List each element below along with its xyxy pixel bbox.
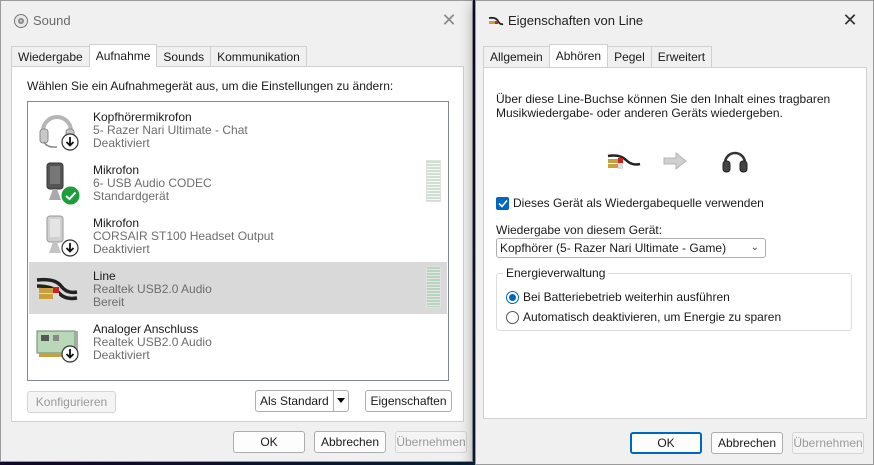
tab-kommunikation[interactable]: Kommunikation: [210, 46, 307, 67]
line-cable-app-icon: [488, 16, 504, 26]
device-name: Analoger Anschluss: [93, 322, 199, 336]
tab-aufnahme[interactable]: Aufnahme: [88, 44, 158, 67]
radio-label: Bei Batteriebetrieb weiterhin ausführen: [523, 290, 730, 304]
line-cable-icon: [36, 277, 78, 301]
device-subtitle: Realtek USB2.0 Audio: [93, 335, 212, 349]
disabled-arrow-icon: [61, 345, 79, 363]
radio-auto-disable[interactable]: Automatisch deaktivieren, um Energie zu …: [506, 310, 781, 324]
sound-window: Sound ✕ Wiedergabe Aufnahme Sounds Kommu…: [0, 0, 473, 462]
disabled-arrow-icon: [61, 239, 79, 257]
arrow-right-icon: [663, 152, 687, 170]
device-name: Mikrofon: [93, 163, 140, 177]
device-subtitle: 6- USB Audio CODEC: [93, 176, 212, 190]
device-state: Deaktiviert: [93, 136, 150, 150]
sound-titlebar[interactable]: Sound ✕: [1, 1, 472, 39]
ok-button[interactable]: OK: [233, 431, 305, 453]
ok-button[interactable]: OK: [630, 432, 702, 454]
level-meter: [426, 266, 441, 308]
device-state: Deaktiviert: [93, 348, 150, 362]
cancel-button[interactable]: Abbrechen: [314, 431, 386, 453]
sound-tabs: Wiedergabe Aufnahme Sounds Kommunikation: [11, 44, 307, 67]
props-close-button[interactable]: ✕: [827, 1, 873, 39]
chevron-down-icon: ⌄: [750, 242, 759, 253]
speaker-app-icon: [14, 14, 28, 28]
instruction-text: Wählen Sie ein Aufnahmegerät aus, um die…: [27, 79, 394, 93]
device-name: Kopfhörermikrofon: [93, 110, 192, 124]
default-check-icon: [61, 186, 80, 205]
set-default-split-button[interactable]: Als Standard: [255, 390, 349, 412]
configure-button[interactable]: Konfigurieren: [27, 391, 116, 413]
listen-description: Über diese Line-Buchse können Sie den In…: [496, 92, 831, 120]
sound-close-button[interactable]: ✕: [426, 1, 472, 39]
list-item[interactable]: Mikrofon 6- USB Audio CODEC Standardgerä…: [29, 156, 447, 208]
device-name: Line: [93, 269, 116, 283]
recording-device-list[interactable]: Kopfhörermikrofon 5- Razer Nari Ultimate…: [27, 101, 449, 381]
listen-checkbox-label: Dieses Gerät als Wiedergabequelle verwen…: [513, 196, 764, 210]
apply-button[interactable]: Übernehmen: [395, 431, 467, 453]
power-group-title: Energieverwaltung: [503, 266, 609, 280]
props-titlebar[interactable]: Eigenschaften von Line ✕: [476, 1, 873, 39]
tab-pegel[interactable]: Pegel: [607, 46, 652, 67]
device-state: Deaktiviert: [93, 242, 150, 256]
list-item-selected[interactable]: Line Realtek USB2.0 Audio Bereit: [29, 262, 447, 314]
power-management-group: Energieverwaltung Bei Batteriebetrieb we…: [496, 266, 852, 331]
listen-panel: Über diese Line-Buchse können Sie den In…: [483, 67, 867, 419]
tab-abhoeren[interactable]: Abhören: [548, 44, 609, 67]
listen-checkbox-row[interactable]: Dieses Gerät als Wiedergabequelle verwen…: [496, 196, 764, 210]
list-item[interactable]: Mikrofon CORSAIR ST100 Headset Output De…: [29, 209, 447, 261]
list-item[interactable]: Kopfhörermikrofon 5- Razer Nari Ultimate…: [29, 103, 447, 155]
playback-device-select[interactable]: Kopfhörer (5- Razer Nari Ultimate - Game…: [496, 238, 766, 258]
disabled-arrow-icon: [61, 133, 79, 151]
radio-button-selected[interactable]: [506, 290, 519, 304]
props-window-title: Eigenschaften von Line: [508, 13, 644, 28]
device-subtitle: CORSAIR ST100 Headset Output: [93, 229, 274, 243]
props-tabs: Allgemein Abhören Pegel Erweitert: [483, 44, 713, 67]
device-state: Standardgerät: [93, 189, 170, 203]
properties-button[interactable]: Eigenschaften: [365, 390, 452, 412]
line-properties-window: Eigenschaften von Line ✕ Allgemein Abhör…: [475, 0, 874, 465]
apply-button[interactable]: Übernehmen: [792, 432, 864, 454]
chevron-down-icon[interactable]: [334, 391, 348, 411]
tab-sounds[interactable]: Sounds: [156, 46, 212, 67]
recording-panel: Wählen Sie ein Aufnahmegerät aus, um die…: [11, 66, 464, 422]
device-name: Mikrofon: [93, 216, 140, 230]
tab-wiedergabe[interactable]: Wiedergabe: [11, 46, 90, 67]
listen-checkbox[interactable]: [496, 196, 509, 210]
tab-erweitert[interactable]: Erweitert: [650, 46, 713, 67]
set-default-button[interactable]: Als Standard: [256, 391, 334, 411]
headphones-icon: [722, 151, 748, 173]
radio-button[interactable]: [506, 310, 519, 324]
radio-keep-running[interactable]: Bei Batteriebetrieb weiterhin ausführen: [506, 290, 730, 304]
device-subtitle: 5- Razer Nari Ultimate - Chat: [93, 123, 248, 137]
level-meter: [426, 160, 441, 202]
radio-label: Automatisch deaktivieren, um Energie zu …: [523, 310, 782, 324]
tab-allgemein[interactable]: Allgemein: [483, 46, 550, 67]
cancel-button[interactable]: Abbrechen: [711, 432, 783, 454]
line-cable-icon: [607, 154, 641, 169]
list-item[interactable]: Analoger Anschluss Realtek USB2.0 Audio …: [29, 315, 447, 367]
device-state: Bereit: [93, 295, 125, 309]
playback-device-value: Kopfhörer (5- Razer Nari Ultimate - Game…: [500, 241, 727, 255]
device-subtitle: Realtek USB2.0 Audio: [93, 282, 212, 296]
playback-device-label: Wiedergabe von diesem Gerät:: [496, 223, 663, 237]
sound-window-title: Sound: [33, 13, 71, 28]
